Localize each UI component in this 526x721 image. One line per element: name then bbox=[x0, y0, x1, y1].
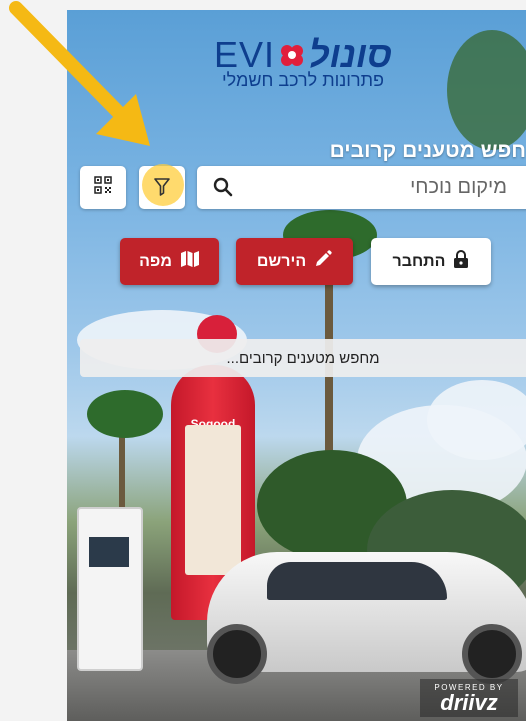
pencil-icon bbox=[314, 250, 332, 273]
map-icon bbox=[180, 250, 200, 273]
pointer-arrow bbox=[9, 1, 150, 146]
charger-screen bbox=[89, 537, 129, 567]
car-wheel bbox=[207, 624, 267, 684]
filter-icon bbox=[154, 178, 170, 201]
map-button[interactable]: מפה bbox=[120, 238, 219, 285]
search-bar[interactable] bbox=[197, 166, 526, 209]
register-label: הירשם bbox=[256, 252, 307, 270]
searching-status: מחפש מטענים קרובים... bbox=[80, 339, 526, 377]
search-input[interactable] bbox=[247, 166, 517, 209]
cloud bbox=[427, 380, 526, 460]
register-button[interactable]: הירשם bbox=[236, 238, 353, 285]
palm-leaves bbox=[87, 390, 163, 438]
powered-by-badge: POWERED BY driivz bbox=[420, 679, 518, 717]
status-text: מחפש מטענים קרובים... bbox=[226, 349, 380, 367]
driivz-logo: driivz bbox=[440, 690, 498, 715]
car-window bbox=[267, 562, 447, 600]
pylon-panel bbox=[185, 425, 241, 575]
map-label: מפה bbox=[139, 252, 172, 270]
electric-car bbox=[207, 552, 526, 684]
qr-scan-button[interactable] bbox=[80, 166, 126, 209]
logo-subtitle: פתרונות לרכב חשמלי bbox=[221, 70, 385, 90]
lock-icon bbox=[453, 250, 469, 273]
flower-logo-icon bbox=[279, 42, 305, 68]
palm-leaves bbox=[447, 30, 526, 150]
login-label: התחבר bbox=[392, 252, 446, 270]
page-title: חפש מטענים קרובים bbox=[329, 139, 526, 162]
search-icon bbox=[213, 177, 233, 202]
qr-code-icon bbox=[94, 176, 112, 199]
car-wheel bbox=[462, 624, 522, 684]
ev-charger bbox=[77, 507, 143, 671]
sonol-evi-logo: EVI סונול פתרונות לרכב חשמלי bbox=[193, 34, 413, 94]
login-button[interactable]: התחבר bbox=[371, 238, 491, 285]
